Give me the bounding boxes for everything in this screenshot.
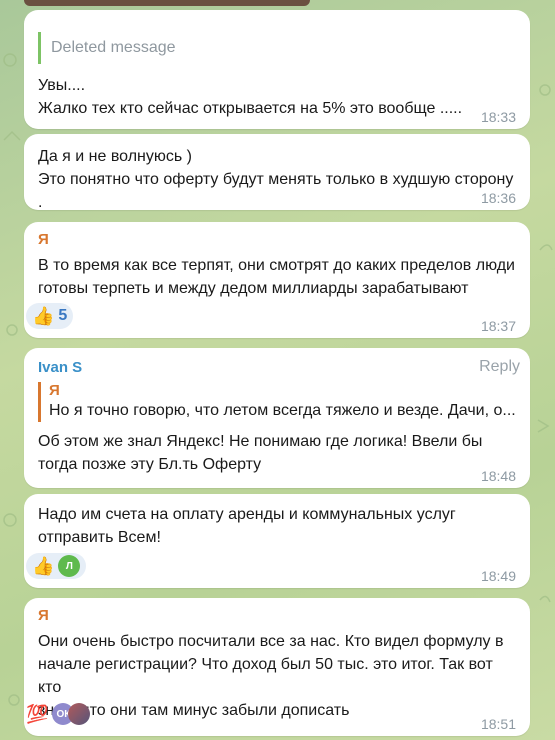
reactions-bar: 👍 Л	[26, 553, 90, 579]
message-line: тогда позже эту Бл.ть Оферту	[38, 456, 262, 473]
hundred-points-icon: 💯	[26, 704, 49, 724]
message-line: Они очень быстро посчитали все за нас. К…	[38, 633, 504, 650]
reactor-avatar: Л	[58, 555, 81, 577]
message-time: 18:33	[480, 109, 516, 125]
message-bubble[interactable]: Я В то время как все терпят, они смотрят…	[24, 222, 530, 338]
reaction-thumbs-up[interactable]: 👍 Л	[26, 553, 87, 579]
message-line: Надо им счета на оплату аренды и коммуна…	[38, 506, 456, 523]
reaction-thumbs-up[interactable]: 👍 5	[26, 303, 74, 329]
message-time: 18:49	[480, 568, 516, 584]
message-bubble[interactable]: Надо им счета на оплату аренды и коммуна…	[24, 494, 530, 588]
message-sender[interactable]: Я	[38, 598, 516, 626]
message-line: Жалко тех кто сейчас открывается на 5% э…	[38, 100, 463, 117]
message-time: 18:48	[480, 468, 516, 484]
reactions-bar: 👍 5	[26, 303, 77, 329]
thumbs-up-icon: 👍	[32, 556, 55, 576]
message-sender[interactable]: Ivan S	[38, 348, 516, 378]
message-time: 18:51	[480, 716, 516, 732]
message-bubble[interactable]: Deleted message Увы.... Жалко тех кто се…	[24, 10, 530, 129]
reply-quote[interactable]: Я Но я точно говорю, что летом всегда тя…	[38, 382, 516, 422]
message-line: знал, что они там минус забыли дописать	[38, 702, 350, 719]
thumbs-up-icon: 👍	[32, 306, 55, 326]
reaction-count: 5	[58, 307, 68, 324]
reactor-avatar-photo	[68, 703, 91, 725]
quote-text: Но я точно говорю, что летом всегда тяже…	[49, 402, 516, 419]
message-bubble[interactable]: Я Они очень быстро посчитали все за нас.…	[24, 598, 530, 736]
message-time: 18:36	[480, 190, 516, 206]
message-line: отправить Всем!	[38, 529, 161, 546]
reactions-bar: 💯 ОК	[26, 701, 94, 727]
message-line: В то время как все терпят, они смотрят д…	[38, 257, 515, 274]
message-line: Да я и не волнуюсь )	[38, 148, 192, 165]
reaction-hundred[interactable]: 💯 ОК	[26, 701, 91, 727]
quote-sender: Я	[49, 382, 60, 399]
message-line: готовы терпеть и между дедом миллиарды з…	[38, 280, 469, 297]
message-line: Об этом же знал Яндекс! Не понимаю где л…	[38, 433, 483, 450]
message-sender[interactable]: Я	[38, 222, 516, 250]
message-bubble[interactable]: Ivan S Reply Я Но я точно говорю, что ле…	[24, 348, 530, 488]
reply-button[interactable]: Reply	[479, 358, 520, 376]
message-bubble[interactable]: Да я и не волнуюсь ) Это понятно что офе…	[24, 134, 530, 211]
message-line: Увы....	[38, 77, 86, 94]
previous-message-media	[24, 0, 310, 6]
deleted-message-quote: Deleted message	[38, 32, 516, 64]
message-line: Это понятно что оферту будут менять толь…	[38, 171, 514, 211]
message-time: 18:37	[480, 318, 516, 334]
message-line: начале регистрации? Что доход был 50 тыс…	[38, 656, 493, 696]
